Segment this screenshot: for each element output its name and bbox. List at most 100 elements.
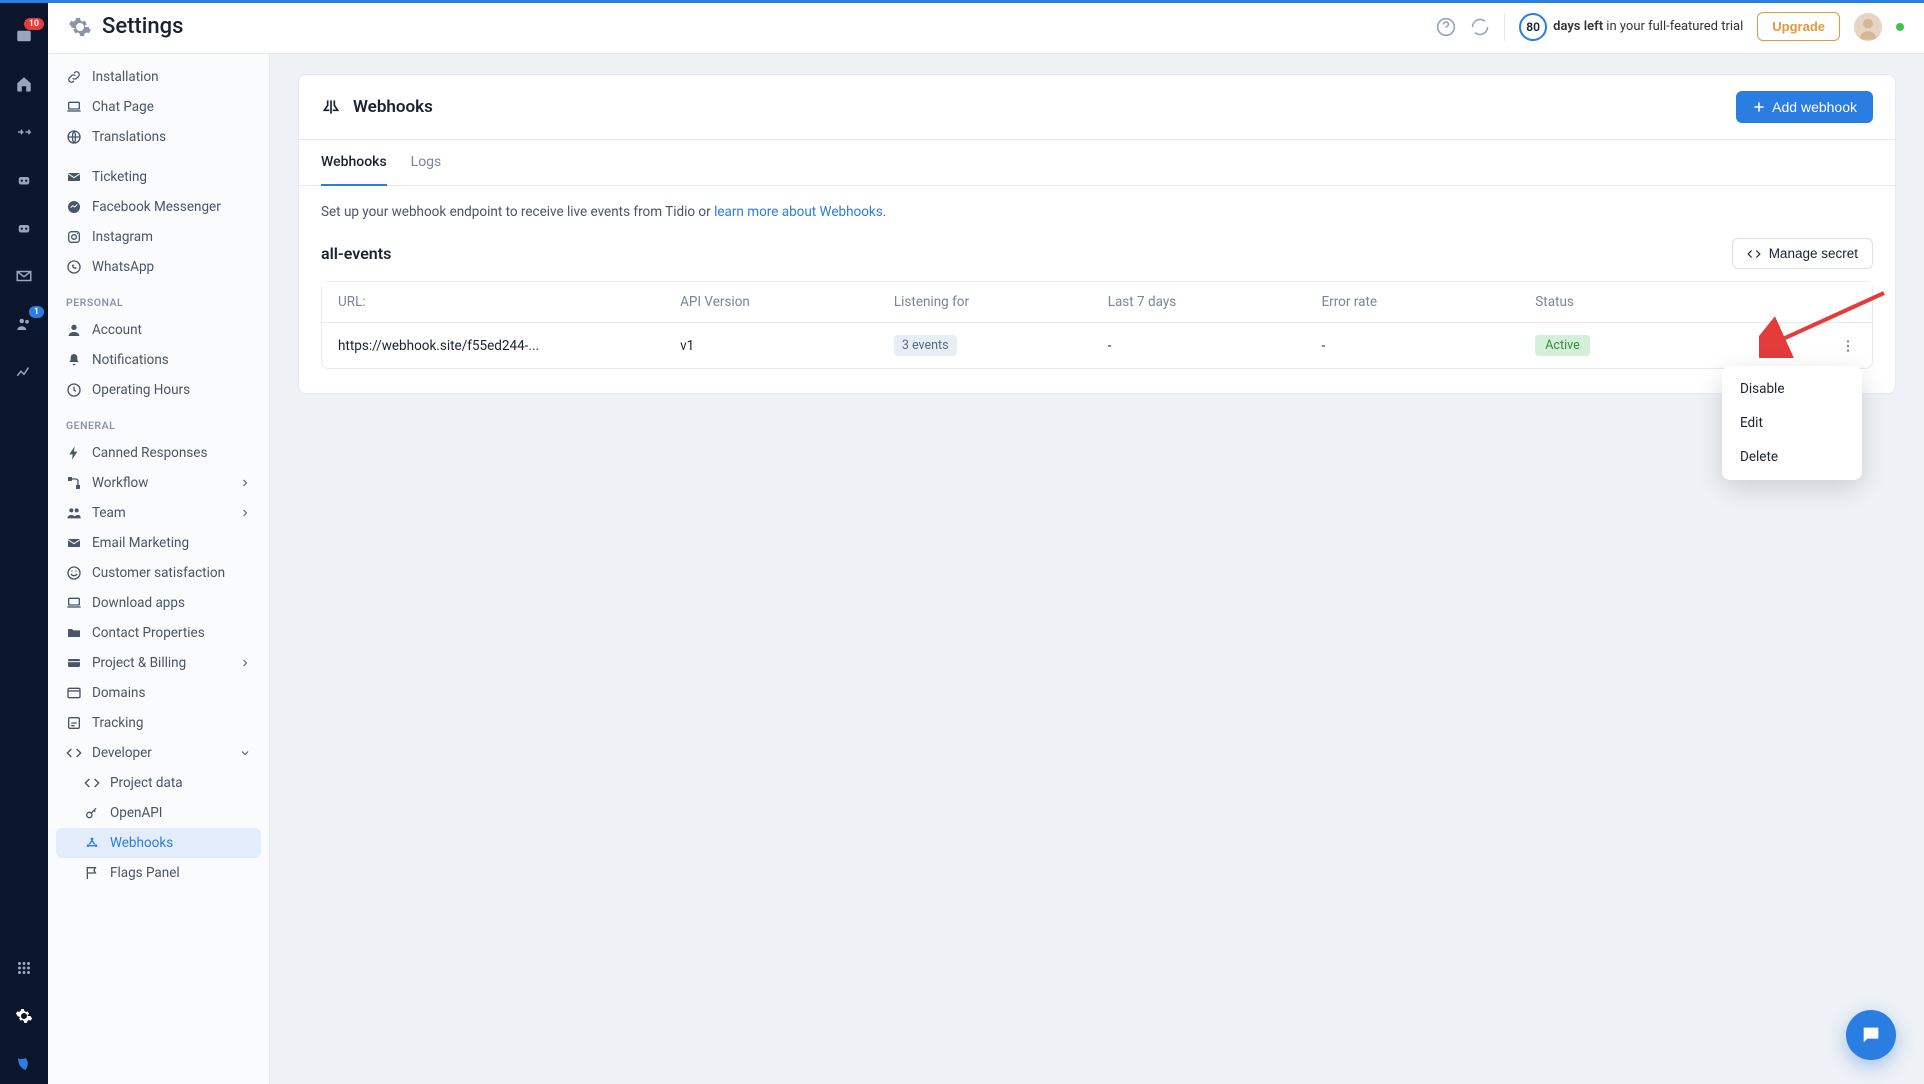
nav-rail-flows[interactable] (10, 118, 38, 146)
nav-rail-bot1[interactable] (10, 166, 38, 194)
manage-secret-button[interactable]: Manage secret (1732, 238, 1873, 269)
sidebar-item-label: WhatsApp (92, 259, 154, 275)
cell-events-chip[interactable]: 3 events (894, 335, 957, 356)
sidebar-item-customer-satisfaction[interactable]: Customer satisfaction (56, 558, 261, 588)
tabs: Webhooks Logs (299, 140, 1895, 186)
sidebar-item-workflow[interactable]: Workflow (56, 468, 261, 498)
key-icon (84, 805, 100, 821)
avatar[interactable] (1854, 13, 1882, 41)
sidebar-section-personal: PERSONAL (56, 282, 261, 315)
sidebar-item-label: Webhooks (110, 835, 173, 851)
sidebar-item-label: Customer satisfaction (92, 565, 225, 581)
sidebar-item-label: Canned Responses (92, 445, 207, 461)
folder-icon (66, 625, 82, 641)
mail-icon (66, 535, 82, 551)
gear-icon (68, 15, 92, 39)
cell-url: https://webhook.site/f55ed244-... (338, 338, 680, 354)
sidebar-item-label: Project data (110, 775, 183, 791)
sidebar-item-canned-responses[interactable]: Canned Responses (56, 438, 261, 468)
nav-rail-analytics[interactable] (10, 358, 38, 386)
nav-rail-inbox[interactable]: 10 (10, 22, 38, 50)
row-actions-button[interactable]: DisableEditDelete (1749, 338, 1856, 354)
sidebar-item-chat-page[interactable]: Chat Page (56, 92, 261, 122)
upgrade-button[interactable]: Upgrade (1757, 12, 1840, 41)
chevron-right-icon (239, 657, 251, 669)
tab-webhooks[interactable]: Webhooks (321, 140, 387, 186)
add-webhook-button[interactable]: Add webhook (1736, 91, 1873, 123)
sidebar-item-label: Workflow (92, 475, 148, 491)
code-icon (1747, 247, 1761, 261)
nav-rail-apps[interactable] (10, 954, 38, 982)
sidebar-item-download-apps[interactable]: Download apps (56, 588, 261, 618)
dropdown-item-edit[interactable]: Edit (1722, 406, 1862, 440)
cell-api-version: v1 (680, 338, 894, 354)
settings-sidebar: Installation Chat Page Translations Ticket… (48, 54, 270, 1084)
chevron-right-icon (239, 507, 251, 519)
sidebar-item-openapi[interactable]: OpenAPI (56, 798, 261, 828)
sidebar-item-label: Chat Page (92, 99, 154, 115)
nav-rail-home[interactable] (10, 70, 38, 98)
sidebar-item-email-marketing[interactable]: Email Marketing (56, 528, 261, 558)
clock-icon (66, 382, 82, 398)
sidebar-item-contact-properties[interactable]: Contact Properties (56, 618, 261, 648)
sidebar-item-facebook-messenger[interactable]: Facebook Messenger (56, 192, 261, 222)
sidebar-item-tracking[interactable]: Tracking (56, 708, 261, 738)
whatsapp-icon (66, 259, 82, 275)
sidebar-item-label: Download apps (92, 595, 185, 611)
laptop-icon (66, 595, 82, 611)
table-header: API Version (680, 294, 894, 310)
sidebar-item-notifications[interactable]: Notifications (56, 345, 261, 375)
sidebar-item-project-data[interactable]: Project data (56, 768, 261, 798)
help-icon[interactable] (1436, 17, 1456, 37)
nav-rail-logo[interactable] (10, 1050, 38, 1078)
tracking-icon (66, 715, 82, 731)
sidebar-item-developer[interactable]: Developer (56, 738, 261, 768)
nav-rail-team-badge: 1 (29, 306, 44, 318)
sidebar-item-label: Account (92, 322, 142, 338)
refresh-icon[interactable] (1470, 17, 1490, 37)
chevron-right-icon (239, 477, 251, 489)
sidebar-item-label: OpenAPI (110, 805, 162, 821)
online-status-dot (1896, 23, 1904, 31)
nav-rail-mail[interactable] (10, 262, 38, 290)
nav-rail-inbox-badge: 10 (24, 18, 44, 30)
sidebar-item-instagram[interactable]: Instagram (56, 222, 261, 252)
sidebar-item-label: Ticketing (92, 169, 147, 185)
sidebar-item-installation[interactable]: Installation (56, 62, 261, 92)
dropdown-item-disable[interactable]: Disable (1722, 372, 1862, 406)
sidebar-item-webhooks[interactable]: Webhooks (56, 828, 261, 858)
sidebar-item-ticketing[interactable]: Ticketing (56, 162, 261, 192)
messenger-icon (66, 199, 82, 215)
webhook-icon (321, 97, 341, 117)
sidebar-item-label: Email Marketing (92, 535, 189, 551)
chat-fab[interactable] (1846, 1010, 1896, 1060)
sidebar-item-label: Installation (92, 69, 159, 85)
code-icon (84, 775, 100, 791)
chat-icon (1860, 1024, 1882, 1046)
sidebar-item-label: Tracking (92, 715, 143, 731)
nav-rail-settings[interactable] (10, 1002, 38, 1030)
status-badge: Active (1535, 335, 1589, 356)
link-icon (66, 69, 82, 85)
table-header: URL: (338, 294, 680, 310)
sidebar-item-label: Domains (92, 685, 145, 701)
sidebar-item-flags-panel[interactable]: Flags Panel (56, 858, 261, 888)
sidebar-item-team[interactable]: Team (56, 498, 261, 528)
card-title: Webhooks (353, 97, 433, 117)
dropdown-item-delete[interactable]: Delete (1722, 440, 1862, 474)
learn-more-link[interactable]: learn more about Webhooks (714, 204, 883, 220)
sidebar-item-domains[interactable]: Domains (56, 678, 261, 708)
nav-rail-bot2[interactable] (10, 214, 38, 242)
flags-icon (84, 865, 100, 881)
sidebar-item-operating-hours[interactable]: Operating Hours (56, 375, 261, 405)
sidebar-item-translations[interactable]: Translations (56, 122, 261, 152)
nav-rail-team[interactable]: 1 (10, 310, 38, 338)
sidebar-item-project-billing[interactable]: Project & Billing (56, 648, 261, 678)
table-header: Last 7 days (1108, 294, 1322, 310)
tab-logs[interactable]: Logs (411, 140, 442, 186)
sidebar-item-account[interactable]: Account (56, 315, 261, 345)
webhook-icon (84, 835, 100, 851)
sidebar-item-whatsapp[interactable]: WhatsApp (56, 252, 261, 282)
table-row: https://webhook.site/f55ed244-... v1 3 e… (322, 323, 1872, 368)
cell-last7: - (1108, 338, 1322, 354)
